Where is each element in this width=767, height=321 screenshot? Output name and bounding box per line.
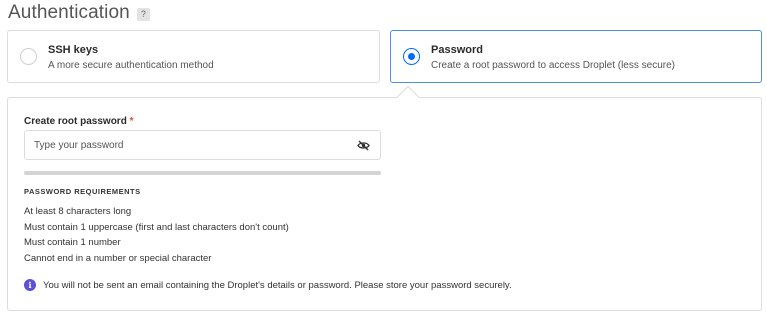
password-option-title: Password: [431, 44, 483, 56]
option-ssh-keys[interactable]: SSH keys A more secure authentication me…: [7, 30, 380, 83]
page-title: Authentication: [8, 2, 130, 23]
password-label-text: Create root password: [24, 116, 127, 127]
option-password[interactable]: Password Create a root password to acces…: [390, 30, 762, 83]
security-notice: i You will not be sent an email containi…: [24, 279, 512, 291]
section-header: Authentication ?: [8, 2, 150, 24]
password-radio[interactable]: [403, 48, 420, 65]
requirement-item: Must contain 1 number: [24, 237, 121, 248]
ssh-keys-title: SSH keys: [48, 44, 99, 56]
password-input-wrapper: [24, 130, 381, 160]
password-panel: Create root password * PASSWORD REQUIREM…: [7, 97, 762, 311]
ssh-keys-radio[interactable]: [20, 48, 37, 65]
requirements-list: At least 8 characters long Must contain …: [24, 204, 289, 266]
notice-text: You will not be sent an email containing…: [43, 279, 512, 291]
radio-selected-dot: [408, 53, 415, 60]
requirements-heading: PASSWORD REQUIREMENTS: [24, 187, 141, 196]
requirement-item: At least 8 characters long: [24, 206, 132, 217]
requirement-item: Cannot end in a number or special charac…: [24, 252, 212, 264]
password-strength-bar: [24, 171, 381, 175]
eye-slash-icon[interactable]: [357, 139, 370, 152]
ssh-keys-description: A more secure authentication method: [48, 60, 214, 71]
password-field-label: Create root password *: [24, 116, 134, 127]
requirement-item: Must contain 1 uppercase (first and last…: [24, 221, 289, 233]
help-icon[interactable]: ?: [136, 8, 150, 21]
required-marker: *: [129, 116, 134, 127]
password-input[interactable]: [25, 131, 345, 159]
info-icon: i: [24, 279, 36, 291]
password-option-description: Create a root password to access Droplet…: [431, 60, 675, 71]
